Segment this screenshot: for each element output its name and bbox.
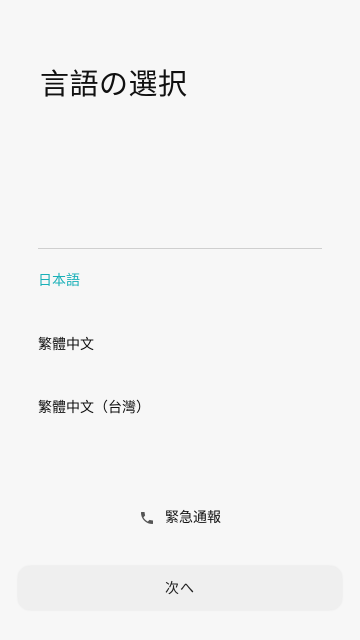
language-item-japanese[interactable]: 日本語 <box>0 250 360 312</box>
divider <box>38 248 322 249</box>
language-item-label: 繁體中文（台灣） <box>38 400 150 416</box>
next-button[interactable]: 次へ <box>18 566 342 610</box>
emergency-call-button[interactable]: 緊急通報 <box>0 500 360 536</box>
language-item-traditional-chinese[interactable]: 繁體中文 <box>0 314 360 376</box>
language-item-label: 日本語 <box>38 273 80 289</box>
page-title: 言語の選択 <box>40 67 188 101</box>
phone-icon <box>139 510 155 526</box>
language-item-label: 繁體中文 <box>38 337 94 353</box>
next-button-label: 次へ <box>165 581 195 597</box>
language-item-traditional-chinese-taiwan[interactable]: 繁體中文（台灣） <box>0 377 360 439</box>
emergency-call-label: 緊急通報 <box>165 510 221 526</box>
